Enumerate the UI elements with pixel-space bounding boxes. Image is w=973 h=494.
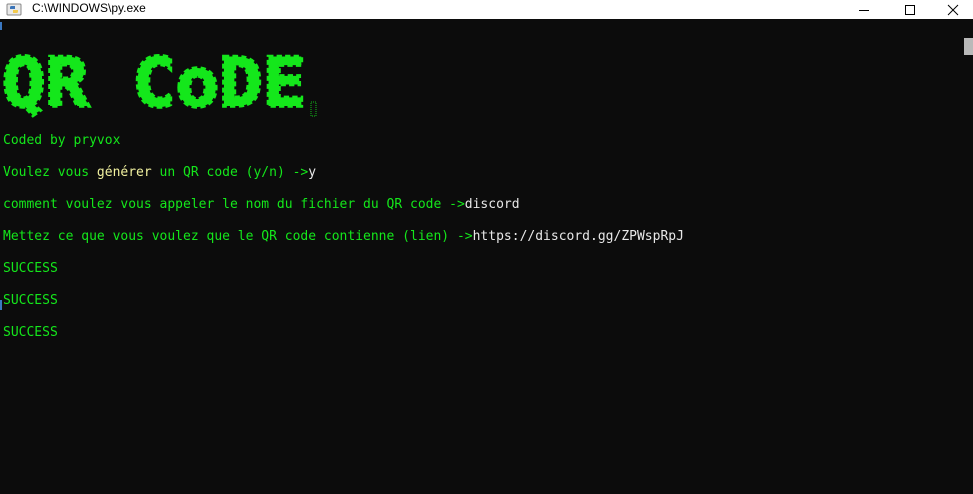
maximize-button[interactable] [887, 0, 933, 19]
console-text: Voulez vous [3, 165, 97, 180]
scrollbar-thumb[interactable] [964, 38, 973, 55]
console-text: SUCCESS [3, 293, 58, 308]
console-text: Mettez ce que vous voulez que le QR code… [3, 229, 473, 244]
console-text: générer [96, 165, 152, 180]
python-icon [6, 3, 22, 16]
console-text: un QR code (y/n) -> [151, 165, 309, 180]
console-text: discord [464, 197, 520, 212]
console-line: Coded by pryvox [3, 133, 120, 149]
banner-text: QR CoDE [3, 44, 306, 120]
console-text: Coded by pryvox [3, 133, 121, 148]
ascii-banner: QR CoDE [3, 42, 317, 120]
console-line: SUCCESS [3, 293, 58, 309]
console-text: comment voulez vous appeler le nom du fi… [3, 197, 465, 212]
console-text: SUCCESS [3, 261, 58, 276]
console-line: comment voulez vous appeler le nom du fi… [3, 197, 520, 213]
close-icon [947, 4, 959, 15]
title-bar: C:\WINDOWS\py.exe [0, 0, 973, 19]
console-line: Mettez ce que vous voulez que le QR code… [3, 229, 684, 245]
window-edge [0, 22, 2, 30]
console-text: y [308, 165, 317, 180]
console-line: SUCCESS [3, 261, 58, 277]
minimize-button[interactable] [841, 0, 887, 19]
console-line: SUCCESS [3, 325, 58, 341]
maximize-icon [905, 4, 915, 15]
window-edge [0, 300, 2, 310]
minimize-icon [859, 9, 869, 11]
window-title: C:\WINDOWS\py.exe [32, 1, 146, 15]
console-text: SUCCESS [3, 325, 58, 340]
vertical-scrollbar[interactable] [962, 19, 973, 494]
close-button[interactable] [933, 0, 973, 19]
console-text: https://discord.gg/ZPWspRpJ [472, 229, 684, 244]
console-line: Voulez vous générer un QR code (y/n) ->y [3, 165, 316, 181]
